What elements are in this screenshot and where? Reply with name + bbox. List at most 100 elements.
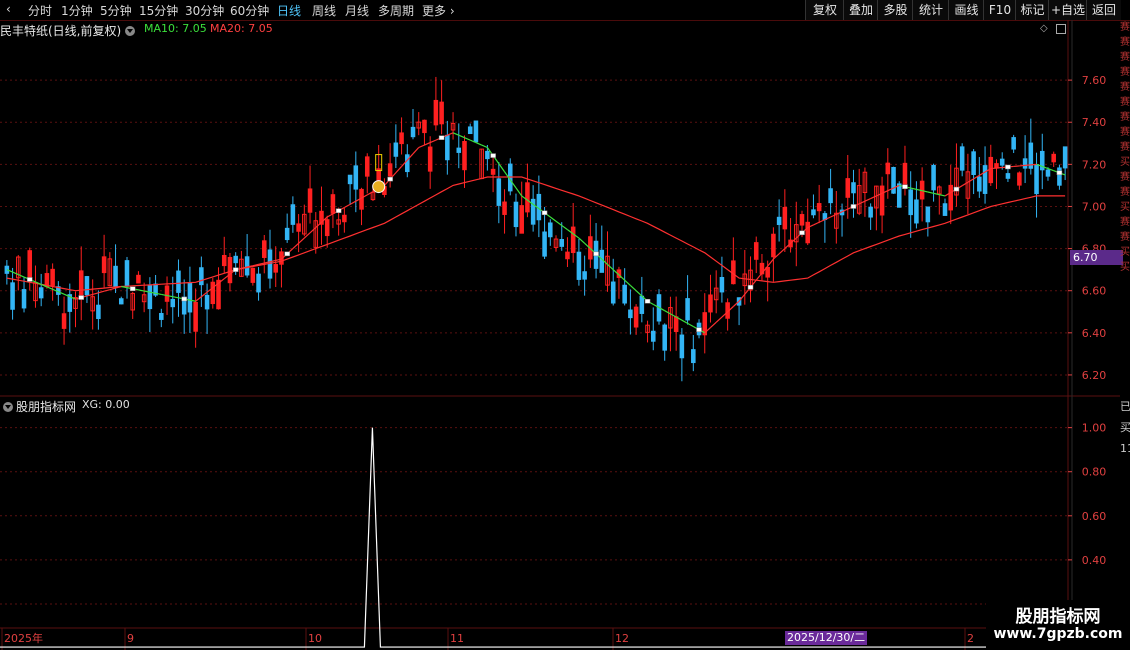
- ma10-segment: [132, 288, 139, 291]
- ma10-segment: [6, 269, 13, 273]
- ma10-segment: [704, 327, 711, 334]
- ma10-segment: [435, 137, 442, 141]
- candle-body: [324, 219, 330, 237]
- toolbar-button-4[interactable]: 画线: [948, 0, 984, 20]
- candle-body: [118, 298, 124, 305]
- ma10-segment: [81, 295, 88, 299]
- toolbar-button-5[interactable]: F10: [983, 0, 1016, 20]
- candle-body: [553, 238, 559, 248]
- candle-body: [742, 273, 748, 287]
- tab-8[interactable]: 月线: [345, 2, 369, 19]
- ma10-segment: [939, 194, 946, 197]
- tab-1[interactable]: 1分钟: [61, 2, 93, 19]
- tab-9[interactable]: 多周期: [378, 2, 414, 19]
- tab-2[interactable]: 5分钟: [100, 2, 132, 19]
- dropdown-icon[interactable]: [3, 402, 13, 412]
- toolbar-button-0[interactable]: 复权: [805, 0, 844, 20]
- candle-body: [393, 142, 399, 157]
- candle-body: [33, 282, 38, 302]
- current-price-box: 6.70: [1070, 250, 1123, 265]
- candle-body: [176, 270, 181, 293]
- tab-6[interactable]: 日线: [277, 2, 301, 19]
- ma10-segment: [344, 203, 351, 209]
- tab-4[interactable]: 30分钟: [185, 2, 224, 19]
- ma10-segment: [109, 287, 116, 291]
- ma10-segment: [378, 184, 385, 190]
- ma10-segment: [944, 192, 952, 197]
- tab-10[interactable]: 更多 ›: [422, 2, 455, 19]
- ma10-segment: [264, 261, 271, 264]
- diamond-icon[interactable]: ◇: [1040, 23, 1048, 34]
- ma-marker: [747, 284, 754, 290]
- ma10-segment: [567, 229, 574, 235]
- ma-marker: [387, 176, 393, 182]
- candle-body: [1017, 172, 1022, 186]
- ma-marker: [181, 296, 187, 302]
- candle-body: [828, 188, 833, 204]
- ma10-segment: [853, 203, 860, 208]
- ma10-segment: [916, 188, 923, 192]
- ma10-segment: [372, 188, 379, 193]
- toolbar-button-8[interactable]: 返回: [1086, 0, 1121, 20]
- toolbar-button-7[interactable]: +自选: [1048, 0, 1087, 20]
- dropdown-icon[interactable]: [125, 26, 136, 36]
- candle-body: [999, 158, 1005, 166]
- ma10-segment: [772, 253, 780, 260]
- ma-marker: [799, 230, 805, 236]
- candle-body: [507, 163, 513, 192]
- candle-body: [1051, 153, 1056, 163]
- x-tick-label: 10: [308, 632, 322, 645]
- ma10-segment: [1059, 172, 1066, 176]
- candle-body: [519, 205, 524, 234]
- candle-body: [862, 171, 868, 194]
- tab-3[interactable]: 15分钟: [139, 2, 178, 19]
- candle-body: [988, 156, 994, 184]
- window-square-icon[interactable]: [1056, 24, 1066, 34]
- candle-body: [548, 222, 553, 238]
- candle-body: [1005, 173, 1011, 179]
- ma10-segment: [1007, 165, 1014, 168]
- ma10-segment: [584, 242, 591, 250]
- tab-0[interactable]: 分时: [28, 2, 52, 19]
- ma10-segment: [824, 216, 831, 221]
- candle-body: [21, 289, 27, 309]
- ma10-segment: [52, 288, 59, 293]
- ma10-segment: [138, 289, 145, 292]
- tab-7[interactable]: 周线: [312, 2, 336, 19]
- candle-body: [822, 213, 828, 221]
- candle-body: [250, 267, 256, 283]
- ma10-segment: [864, 198, 871, 202]
- ma10-segment: [1053, 170, 1060, 174]
- kline-chart[interactable]: 6.206.406.606.807.007.207.407.600.200.40…: [0, 0, 1130, 650]
- candle-body: [525, 182, 530, 213]
- ma10-segment: [275, 258, 282, 262]
- ma10-segment: [349, 200, 357, 205]
- candle-body: [44, 273, 50, 288]
- scroll-left-icon[interactable]: ‹: [6, 2, 11, 16]
- sub-y-tick-label: 0.80: [1082, 466, 1107, 479]
- candle-body: [719, 277, 725, 293]
- ma10-segment: [286, 248, 294, 255]
- ma10-segment: [595, 253, 603, 260]
- tab-5[interactable]: 60分钟: [230, 2, 269, 19]
- toolbar-button-1[interactable]: 叠加: [843, 0, 878, 20]
- candle-body: [942, 203, 948, 216]
- ma10-segment: [200, 291, 208, 298]
- ma10-segment: [1002, 166, 1008, 169]
- ma10-segment: [635, 290, 643, 297]
- toolbar-button-3[interactable]: 统计: [912, 0, 949, 20]
- main-chart-title: 民丰特纸(日线,前复权): [0, 22, 136, 39]
- ma10-segment: [144, 290, 150, 293]
- ma10-segment: [807, 224, 814, 229]
- ma10-segment: [858, 200, 866, 205]
- candle-body: [107, 258, 113, 287]
- candle-body: [851, 182, 856, 194]
- toolbar-button-2[interactable]: 多股: [877, 0, 913, 20]
- candle-body: [382, 186, 387, 196]
- ma10-segment: [406, 153, 414, 161]
- ma10-segment: [418, 144, 425, 149]
- ma10-segment: [126, 287, 133, 290]
- toolbar-button-6[interactable]: 标记: [1015, 0, 1049, 20]
- ma10-segment: [887, 187, 894, 192]
- ma10-segment: [298, 237, 305, 244]
